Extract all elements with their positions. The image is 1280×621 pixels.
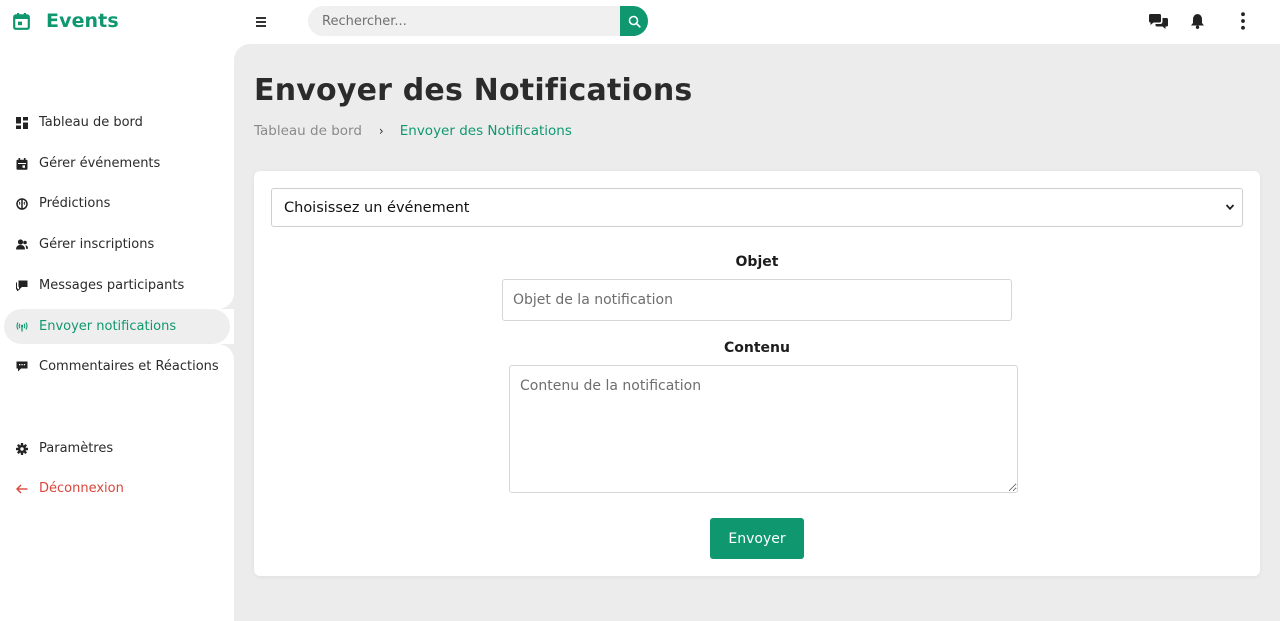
event-select-value: Choisissez un événement	[284, 199, 470, 216]
contenu-field[interactable]	[509, 365, 1018, 493]
sidebar-item-dashboard[interactable]: Tableau de bord	[4, 105, 230, 140]
menu-icon[interactable]	[254, 13, 268, 29]
sidebar-item-label: Gérer inscriptions	[39, 237, 155, 252]
sidebar-item-label: Paramètres	[39, 441, 114, 456]
chat-icon[interactable]	[1147, 11, 1169, 31]
brain-icon	[15, 197, 29, 211]
sidebar-item-messages[interactable]: Messages participants	[4, 268, 230, 303]
sidebar-item-predictions[interactable]: Prédictions	[4, 186, 230, 221]
app-name: Events	[46, 10, 119, 32]
sidebar-item-label: Gérer événements	[39, 156, 161, 171]
dashboard-icon	[15, 116, 29, 130]
page-title: Envoyer des Notifications	[254, 73, 693, 108]
users-icon	[15, 238, 29, 252]
objet-field[interactable]	[502, 279, 1012, 321]
sidebar: Tableau de bord Gérer événements Prédict…	[0, 44, 234, 621]
notification-form-card: Choisissez un événement Objet Contenu En…	[254, 171, 1260, 576]
breadcrumb-current: Envoyer des Notifications	[399, 123, 572, 139]
bell-icon[interactable]	[1186, 11, 1208, 31]
send-button[interactable]: Envoyer	[710, 518, 804, 559]
sidebar-item-label: Prédictions	[39, 196, 111, 211]
calendar-icon	[13, 12, 30, 30]
sidebar-item-label: Commentaires et Réactions	[39, 359, 219, 374]
contenu-label: Contenu	[724, 340, 790, 356]
sidebar-item-label: Tableau de bord	[39, 115, 143, 130]
sidebar-item-events[interactable]: Gérer événements	[4, 146, 230, 181]
broadcast-icon	[15, 320, 29, 334]
brand[interactable]: Events	[13, 8, 119, 34]
message-icon	[15, 279, 29, 293]
sidebar-item-label: Déconnexion	[39, 481, 124, 496]
breadcrumb: Tableau de bord › Envoyer des Notificati…	[254, 122, 572, 140]
top-bar: Events	[0, 0, 1280, 44]
more-vertical-icon[interactable]	[1232, 11, 1254, 31]
sidebar-item-logout[interactable]: Déconnexion	[4, 471, 230, 506]
search-input[interactable]	[308, 6, 620, 36]
search-bar	[308, 6, 648, 36]
sidebar-item-settings[interactable]: Paramètres	[4, 431, 230, 466]
event-select[interactable]: Choisissez un événement	[271, 188, 1243, 227]
breadcrumb-home-link[interactable]: Tableau de bord	[254, 123, 362, 139]
search-button[interactable]	[620, 6, 648, 36]
sidebar-item-label: Envoyer notifications	[39, 319, 177, 334]
sidebar-item-label: Messages participants	[39, 278, 185, 293]
search-icon	[628, 15, 641, 28]
calendar-icon	[15, 157, 29, 171]
chevron-down-icon	[1225, 204, 1235, 211]
comment-icon	[15, 360, 29, 374]
sidebar-item-registrations[interactable]: Gérer inscriptions	[4, 227, 230, 262]
main-content: Envoyer des Notifications Tableau de bor…	[234, 44, 1280, 621]
sidebar-item-notifications[interactable]: Envoyer notifications	[4, 309, 230, 344]
sidebar-item-comments[interactable]: Commentaires et Réactions	[4, 349, 230, 384]
gear-icon	[15, 442, 29, 456]
arrow-left-icon	[15, 482, 29, 496]
active-item-corner	[218, 293, 234, 309]
breadcrumb-separator: ›	[378, 124, 384, 138]
objet-label: Objet	[735, 254, 779, 270]
